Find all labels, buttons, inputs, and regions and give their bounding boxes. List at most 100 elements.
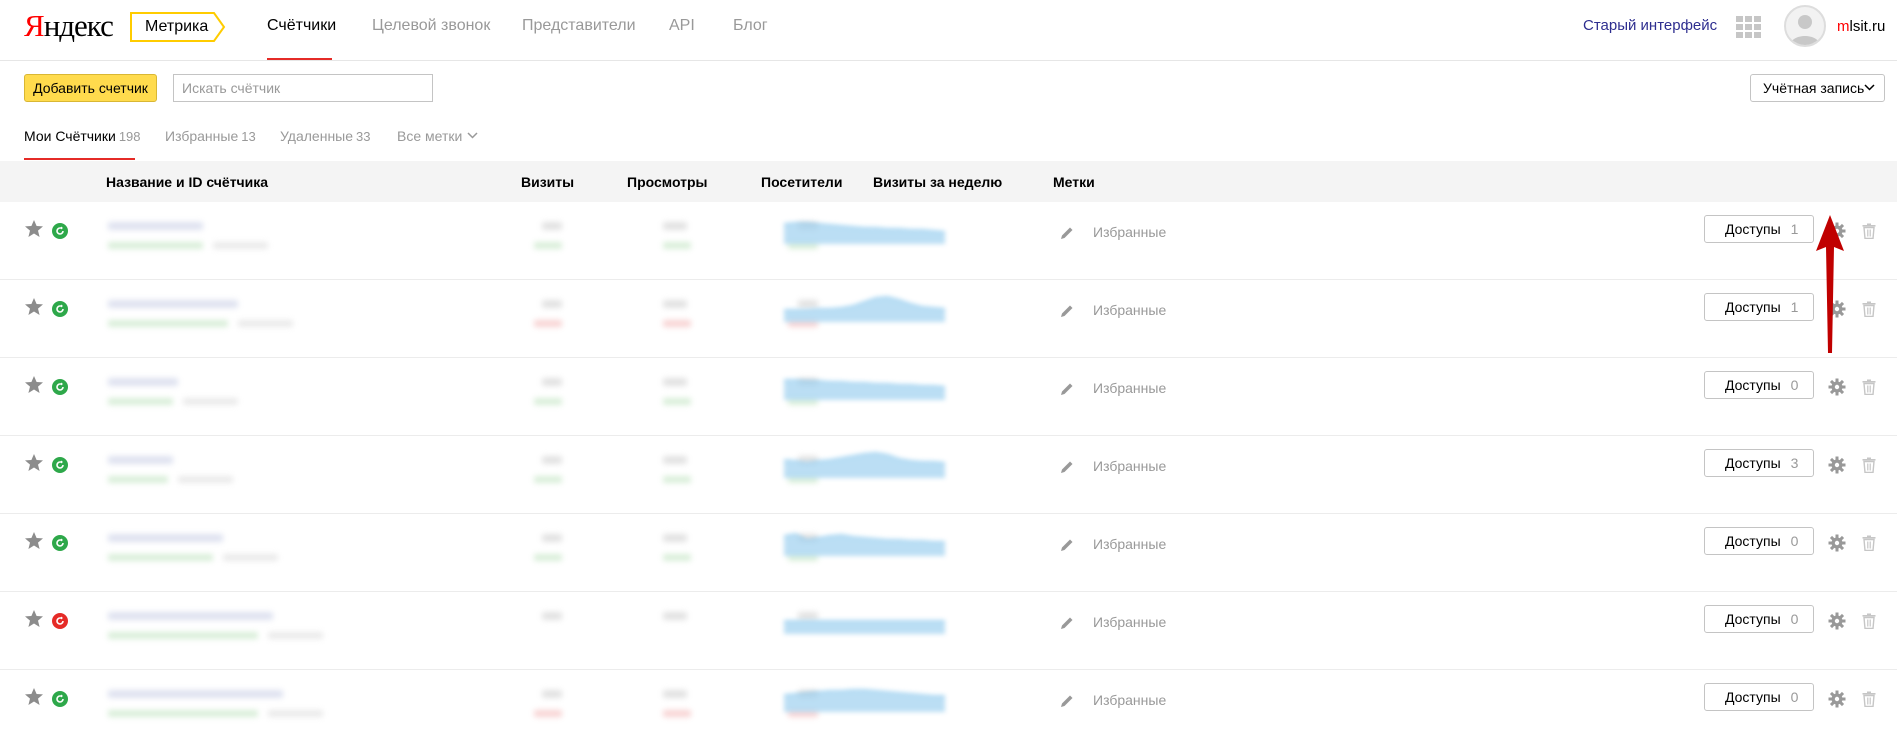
star-icon[interactable] [24, 687, 44, 707]
tab-count: 13 [241, 129, 256, 144]
logo-rest: ндекс [43, 8, 114, 43]
tab-all-labels[interactable]: Все метки [397, 128, 478, 144]
refresh-icon [56, 460, 64, 469]
counter-label[interactable]: Избранные [1093, 458, 1166, 474]
status-icon[interactable] [52, 457, 68, 473]
table-row: Избранные Доступы 3 [0, 436, 1897, 514]
nav-target-call[interactable]: Целевой звонок [372, 17, 490, 35]
access-button-label: Доступы [1725, 221, 1781, 237]
trash-icon[interactable] [1862, 457, 1876, 473]
star-icon[interactable] [24, 219, 44, 239]
nav-active-underline [267, 58, 332, 60]
status-icon[interactable] [52, 379, 68, 395]
apps-grid-icon[interactable] [1736, 16, 1762, 38]
col-visitors[interactable]: Посетители [761, 174, 842, 190]
tab-favorites[interactable]: Избранные 13 [165, 128, 256, 144]
pencil-icon[interactable] [1059, 693, 1075, 709]
access-button[interactable]: Доступы 0 [1704, 605, 1814, 633]
col-pageviews[interactable]: Просмотры [627, 174, 708, 190]
user-silhouette-icon [1790, 15, 1820, 45]
weekly-visits-sparkline [784, 689, 945, 712]
trash-icon[interactable] [1862, 613, 1876, 629]
search-counter-input[interactable] [173, 74, 433, 102]
access-button[interactable]: Доступы 0 [1704, 371, 1814, 399]
star-icon[interactable] [24, 531, 44, 551]
trash-icon[interactable] [1862, 379, 1876, 395]
pencil-icon[interactable] [1059, 615, 1075, 631]
col-visits[interactable]: Визиты [521, 174, 574, 190]
status-icon[interactable] [52, 301, 68, 317]
star-icon[interactable] [24, 609, 44, 629]
gear-icon[interactable] [1828, 534, 1846, 552]
pencil-icon[interactable] [1059, 537, 1075, 553]
tab-active-underline [24, 158, 135, 160]
user-login[interactable]: mlsit.ru [1837, 18, 1885, 35]
refresh-icon [56, 304, 64, 313]
nav-api[interactable]: API [669, 17, 695, 35]
star-icon[interactable] [24, 375, 44, 395]
tab-deleted[interactable]: Удаленные 33 [280, 128, 371, 144]
pencil-icon[interactable] [1059, 459, 1075, 475]
access-button-label: Доступы [1725, 533, 1781, 549]
tab-label: Избранные [165, 128, 239, 144]
add-counter-button[interactable]: Добавить счетчик [24, 74, 157, 102]
table-row: Избранные Доступы 1 [0, 280, 1897, 358]
gear-icon[interactable] [1828, 690, 1846, 708]
refresh-icon [56, 538, 64, 547]
access-button[interactable]: Доступы 1 [1704, 215, 1814, 243]
trash-icon[interactable] [1862, 535, 1876, 551]
pencil-icon[interactable] [1059, 381, 1075, 397]
weekly-visits-sparkline [784, 296, 946, 322]
access-button[interactable]: Доступы 1 [1704, 293, 1814, 321]
weekly-visits-sparkline [784, 222, 946, 244]
gear-icon[interactable] [1828, 378, 1846, 396]
access-button[interactable]: Доступы 3 [1704, 449, 1814, 477]
table-row: Избранные Доступы 1 [0, 202, 1897, 280]
refresh-icon [56, 226, 64, 235]
counter-label[interactable]: Избранные [1093, 536, 1166, 552]
pencil-icon[interactable] [1059, 303, 1075, 319]
tab-label: Мои Счётчики [24, 128, 116, 144]
counter-label[interactable]: Избранные [1093, 380, 1166, 396]
access-button-label: Доступы [1725, 455, 1781, 471]
table-row: Избранные Доступы 0 [0, 514, 1897, 592]
star-icon[interactable] [24, 297, 44, 317]
refresh-icon [56, 382, 64, 391]
tab-my-counters[interactable]: Мои Счётчики 198 [24, 128, 141, 144]
account-dropdown-label: Учётная запись [1763, 80, 1865, 96]
gear-icon[interactable] [1828, 612, 1846, 630]
gear-icon[interactable] [1828, 456, 1846, 474]
status-icon[interactable] [52, 613, 68, 629]
refresh-icon [56, 694, 64, 703]
table-row: Избранные Доступы 0 [0, 358, 1897, 436]
chevron-down-icon [467, 132, 478, 139]
star-icon[interactable] [24, 453, 44, 473]
pencil-icon[interactable] [1059, 225, 1075, 241]
status-icon[interactable] [52, 223, 68, 239]
status-icon[interactable] [52, 691, 68, 707]
counter-label[interactable]: Избранные [1093, 224, 1166, 240]
user-avatar[interactable] [1784, 5, 1826, 47]
nav-representatives[interactable]: Представители [522, 17, 636, 35]
account-dropdown[interactable]: Учётная запись [1750, 74, 1885, 102]
access-button[interactable]: Доступы 0 [1704, 683, 1814, 711]
yandex-logo[interactable]: Яндекс [24, 8, 114, 44]
col-name[interactable]: Название и ID счётчика [106, 174, 268, 190]
nav-blog[interactable]: Блог [733, 17, 768, 35]
counter-label[interactable]: Избранные [1093, 302, 1166, 318]
access-count: 0 [1790, 689, 1799, 705]
trash-icon[interactable] [1862, 223, 1876, 239]
status-icon[interactable] [52, 535, 68, 551]
trash-icon[interactable] [1862, 691, 1876, 707]
table-header: Название и ID счётчика Визиты Просмотры … [0, 161, 1897, 202]
access-button[interactable]: Доступы 0 [1704, 527, 1814, 555]
access-button-label: Доступы [1725, 299, 1781, 315]
counter-label[interactable]: Избранные [1093, 692, 1166, 708]
top-header: Яндекс Метрика Счётчики Целевой звонок П… [0, 0, 1897, 61]
chevron-down-icon [1864, 84, 1875, 91]
trash-icon[interactable] [1862, 301, 1876, 317]
access-button-label: Доступы [1725, 611, 1781, 627]
old-interface-link[interactable]: Старый интерфейс [1583, 17, 1717, 34]
counter-label[interactable]: Избранные [1093, 614, 1166, 630]
nav-counters[interactable]: Счётчики [267, 17, 336, 35]
